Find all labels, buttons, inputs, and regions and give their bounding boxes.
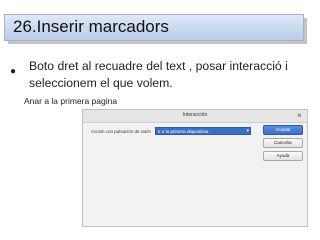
- close-icon[interactable]: ×: [295, 111, 304, 120]
- dialog-titlebar: Interacción ×: [83, 110, 307, 123]
- title-shadow-bottom: [8, 41, 307, 44]
- cancel-button[interactable]: Cancelar: [263, 138, 303, 148]
- help-button[interactable]: Ayuda: [263, 151, 303, 161]
- title-shadow-right: [304, 18, 307, 42]
- bullet-marker: ●: [10, 66, 17, 77]
- slide-title: 26.Inserir marcadors: [13, 17, 169, 36]
- dialog-title: Interacción: [182, 112, 208, 118]
- action-select-value: Ir a la primera diapositiva: [158, 129, 209, 134]
- chevron-down-icon: ▾: [246, 128, 249, 134]
- screenshot-caption: Anar a la primera pagina: [24, 96, 118, 106]
- action-label: Acción con pulsación de ratón: [91, 129, 152, 134]
- interaction-dialog: Interacción × Acción con pulsación de ra…: [82, 109, 308, 227]
- slide-title-bar: 26.Inserir marcadors: [4, 14, 304, 41]
- bullet-text: Boto dret al recuadre del text , posar i…: [29, 59, 288, 90]
- action-select[interactable]: Ir a la primera diapositiva ▾: [155, 127, 251, 135]
- accept-button[interactable]: Aceptar: [263, 125, 303, 135]
